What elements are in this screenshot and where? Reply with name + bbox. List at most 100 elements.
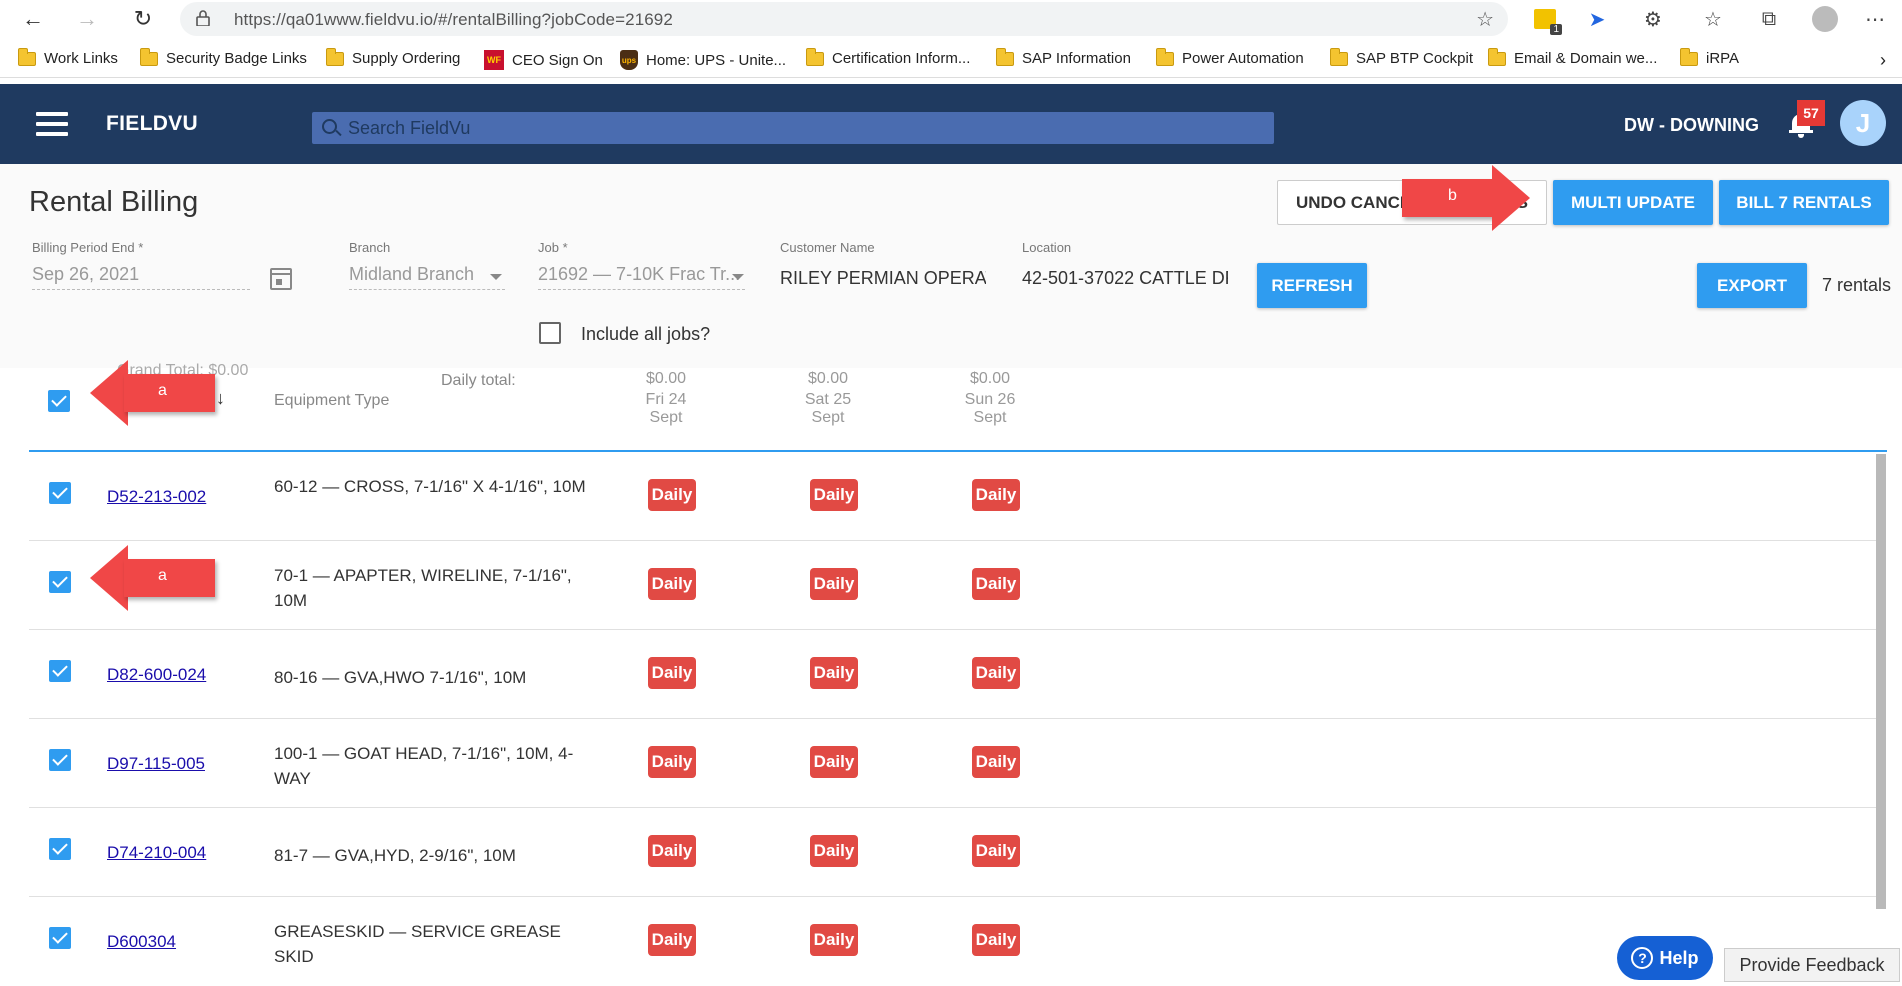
equipment-id-link[interactable]: D97-115-005 bbox=[107, 754, 205, 774]
equipment-id-link[interactable]: D600304 bbox=[107, 932, 176, 952]
page-title: Rental Billing bbox=[29, 186, 199, 218]
include-all-jobs-label: Include all jobs? bbox=[581, 324, 711, 344]
provide-feedback-button[interactable]: Provide Feedback bbox=[1724, 948, 1900, 982]
power-automate-icon[interactable]: ➤ bbox=[1584, 6, 1610, 32]
bookmarks-bar: Work Links Security Badge Links Supply O… bbox=[0, 44, 1902, 78]
bookmark-item[interactable]: SAP BTP Cockpit bbox=[1330, 47, 1473, 67]
search-bar[interactable] bbox=[312, 112, 1274, 144]
collections-icon[interactable]: ⧉ bbox=[1756, 6, 1782, 32]
bookmark-item[interactable]: Security Badge Links bbox=[140, 47, 307, 67]
daily-rate-badge[interactable]: Daily bbox=[972, 568, 1020, 600]
billing-period-field[interactable]: Sep 26, 2021 bbox=[32, 260, 250, 290]
daily-rate-badge[interactable]: Daily bbox=[810, 746, 858, 778]
daily-rate-badge[interactable]: Daily bbox=[972, 835, 1020, 867]
folder-icon bbox=[1680, 47, 1698, 66]
scrollbar[interactable] bbox=[1876, 454, 1886, 909]
row-checkbox[interactable] bbox=[49, 660, 71, 682]
more-menu-icon[interactable]: ⋯ bbox=[1862, 6, 1888, 32]
bookmark-item[interactable]: Power Automation bbox=[1156, 47, 1304, 67]
daily-rate-badge[interactable]: Daily bbox=[810, 657, 858, 689]
table-row: D52-213-002 60-12 — CROSS, 7-1/16" X 4-1… bbox=[29, 452, 1879, 541]
daily-rate-badge[interactable]: Daily bbox=[972, 657, 1020, 689]
row-checkbox[interactable] bbox=[49, 749, 71, 771]
chevron-down-icon[interactable] bbox=[732, 274, 744, 280]
chevron-right-icon[interactable]: › bbox=[1880, 50, 1886, 71]
daily-rate-badge[interactable]: Daily bbox=[810, 568, 858, 600]
daily-rate-badge[interactable]: Daily bbox=[648, 657, 696, 689]
daily-rate-badge[interactable]: Daily bbox=[972, 746, 1020, 778]
company-name[interactable]: DW - DOWNING bbox=[1624, 115, 1759, 136]
customer-value: RILEY PERMIAN OPERATIN bbox=[780, 268, 986, 288]
row-checkbox[interactable] bbox=[49, 838, 71, 860]
ups-icon: ups bbox=[620, 50, 638, 70]
equipment-id-link[interactable]: D52-213-002 bbox=[107, 487, 206, 507]
equipment-description: 100-1 — GOAT HEAD, 7-1/16", 10M, 4-WAY bbox=[274, 744, 574, 788]
search-input[interactable] bbox=[348, 112, 1248, 144]
chevron-down-icon[interactable] bbox=[490, 274, 502, 280]
bookmark-item[interactable]: iRPA bbox=[1680, 47, 1739, 67]
favorites-icon[interactable]: ☆ bbox=[1700, 6, 1726, 32]
brand-logo: FIELDVU bbox=[106, 112, 198, 135]
branch-select[interactable]: Midland Branch bbox=[349, 260, 505, 290]
back-arrow-icon[interactable]: ← bbox=[18, 4, 48, 34]
daily-rate-badge[interactable]: Daily bbox=[648, 835, 696, 867]
notification-badge[interactable]: 57 bbox=[1797, 100, 1825, 126]
bookmark-item[interactable]: Supply Ordering bbox=[326, 47, 460, 67]
forward-arrow-icon[interactable]: → bbox=[72, 4, 102, 34]
rental-count: 7 rentals bbox=[1822, 275, 1892, 295]
daily-rate-badge[interactable]: Daily bbox=[648, 746, 696, 778]
daily-rate-badge[interactable]: Daily bbox=[972, 924, 1020, 956]
daily-rate-badge[interactable]: Daily bbox=[972, 479, 1020, 511]
bookmark-item[interactable]: ups Home: UPS - Unite... bbox=[620, 50, 786, 70]
calendar-icon[interactable] bbox=[270, 268, 292, 290]
folder-icon bbox=[1156, 47, 1174, 66]
profile-icon[interactable] bbox=[1812, 6, 1838, 32]
search-icon bbox=[322, 119, 337, 134]
day-column-header: $0.00 Sun 26 Sept bbox=[964, 370, 1016, 426]
equipment-id-link[interactable]: D82-600-024 bbox=[107, 665, 206, 685]
job-select[interactable]: 21692 — 7-10K Frac Tr... bbox=[538, 260, 745, 290]
annotation-arrow-b: b bbox=[1402, 165, 1530, 231]
include-all-jobs-checkbox[interactable] bbox=[539, 322, 561, 344]
multi-update-button[interactable]: MULTI UPDATE bbox=[1553, 180, 1713, 225]
equipment-description: 60-12 — CROSS, 7-1/16" X 4-1/16", 10M bbox=[274, 477, 586, 496]
bookmark-item[interactable]: WF CEO Sign On bbox=[484, 50, 603, 70]
bookmark-item[interactable]: Certification Inform... bbox=[806, 47, 970, 67]
row-checkbox[interactable] bbox=[49, 482, 71, 504]
daily-rate-badge[interactable]: Daily bbox=[810, 835, 858, 867]
reload-icon[interactable]: ↻ bbox=[128, 4, 158, 34]
favorite-star-icon[interactable]: ☆ bbox=[1476, 7, 1494, 32]
address-bar[interactable]: https://qa01www.fieldvu.io/#/rentalBilli… bbox=[180, 2, 1508, 36]
row-checkbox[interactable] bbox=[49, 571, 71, 593]
select-all-checkbox[interactable] bbox=[48, 390, 70, 412]
daily-rate-badge[interactable]: Daily bbox=[648, 479, 696, 511]
table-row: D97-115-005 100-1 — GOAT HEAD, 7-1/16", … bbox=[29, 719, 1879, 808]
daily-rate-badge[interactable]: Daily bbox=[810, 924, 858, 956]
equipment-id-link[interactable]: D74-210-004 bbox=[107, 843, 206, 863]
daily-rate-badge[interactable]: Daily bbox=[810, 479, 858, 511]
export-button[interactable]: EXPORT bbox=[1697, 263, 1807, 308]
location-label: Location bbox=[1022, 240, 1072, 255]
url-text[interactable]: https://qa01www.fieldvu.io/#/rentalBilli… bbox=[234, 10, 673, 30]
puzzle-icon[interactable]: ⚙ bbox=[1640, 6, 1666, 32]
billing-period-label: Billing Period End * bbox=[32, 240, 144, 255]
daily-rate-badge[interactable]: Daily bbox=[648, 568, 696, 600]
bookmark-item[interactable]: Work Links bbox=[18, 47, 118, 67]
customer-label: Customer Name bbox=[780, 240, 875, 255]
wells-fargo-icon: WF bbox=[484, 50, 504, 70]
bookmark-item[interactable]: Email & Domain we... bbox=[1488, 47, 1657, 67]
hamburger-menu-icon[interactable] bbox=[36, 112, 68, 136]
sort-arrow-icon[interactable]: ↓ bbox=[216, 388, 225, 409]
refresh-button[interactable]: REFRESH bbox=[1257, 263, 1367, 308]
extension-badge: 1 bbox=[1550, 24, 1562, 35]
bookmark-item[interactable]: SAP Information bbox=[996, 47, 1131, 67]
folder-icon bbox=[996, 47, 1014, 66]
daily-rate-badge[interactable]: Daily bbox=[648, 924, 696, 956]
day-column-header: $0.00 Sat 25 Sept bbox=[804, 370, 852, 426]
equipment-type-header[interactable]: Equipment Type bbox=[274, 392, 389, 410]
bill-rentals-button[interactable]: BILL 7 RENTALS bbox=[1719, 180, 1889, 225]
help-button[interactable]: ? Help bbox=[1617, 936, 1713, 980]
row-checkbox[interactable] bbox=[49, 927, 71, 949]
avatar[interactable]: J bbox=[1840, 100, 1886, 146]
extension-note-icon[interactable]: 1 bbox=[1532, 6, 1562, 35]
